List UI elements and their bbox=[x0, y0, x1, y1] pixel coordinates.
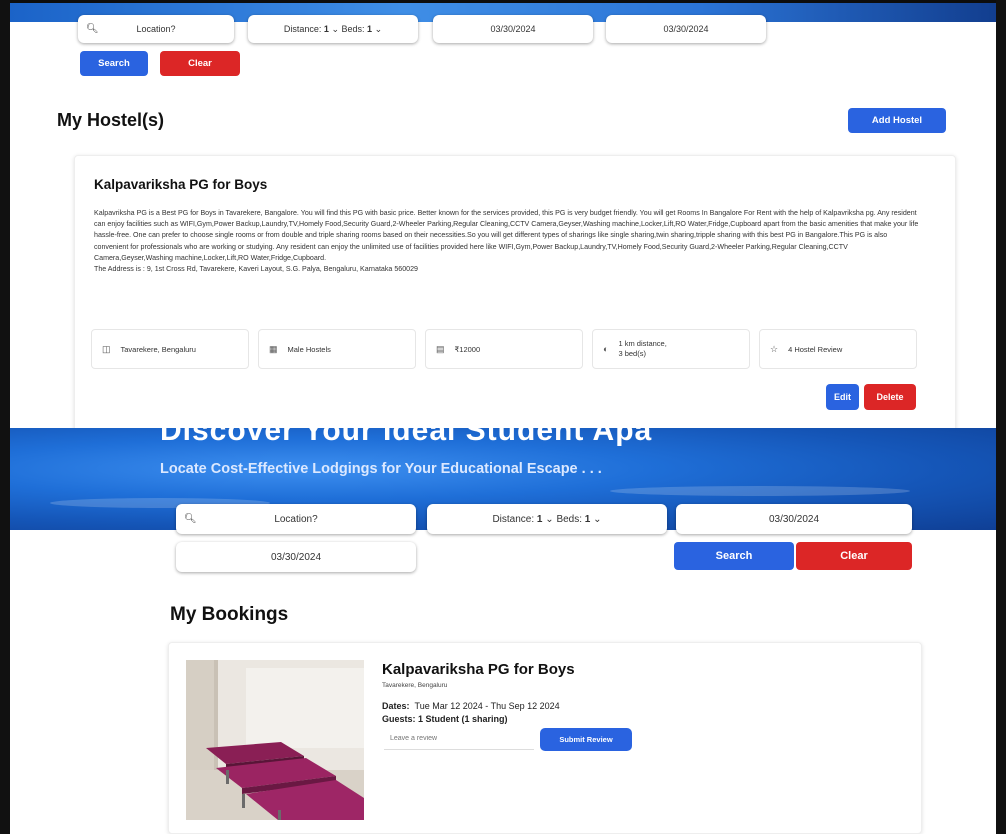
room-image bbox=[186, 660, 364, 820]
hostel-address: The Address is : 9, 1st Cross Rd, Tavare… bbox=[94, 265, 418, 274]
location-input[interactable]: 🔍︎ Location? bbox=[78, 15, 234, 43]
dates-value: Tue Mar 12 2024 - Thu Sep 12 2024 bbox=[414, 701, 560, 711]
page-title: My Bookings bbox=[170, 604, 289, 625]
checkin-date-input[interactable]: 03/30/2024 bbox=[433, 15, 593, 43]
hostel-description-text: Kalpavriksha PG is a Best PG for Boys in… bbox=[94, 209, 919, 262]
info-type-text: Male Hostels bbox=[287, 344, 331, 354]
location-placeholder: Location? bbox=[136, 24, 176, 34]
search-button[interactable]: Search bbox=[80, 51, 148, 76]
beds-value: 1 bbox=[367, 24, 373, 34]
checkout-date: 03/30/2024 bbox=[663, 24, 709, 34]
search-icon: 🔍︎ bbox=[86, 23, 99, 35]
checkout-date-input[interactable]: 03/30/2024 bbox=[606, 15, 766, 43]
hostel-card: Kalpavariksha PG for Boys Kalpavriksha P… bbox=[74, 155, 956, 428]
info-price: ▤ ₹12000 bbox=[425, 329, 583, 369]
hostel-description: Kalpavriksha PG is a Best PG for Boys in… bbox=[94, 208, 920, 275]
hostel-owner-screen: 🔍︎ Location? Distance: 1 ⌄ Beds: 1 ⌄ 03/… bbox=[0, 0, 1006, 428]
checkin-date: 03/30/2024 bbox=[490, 24, 536, 34]
hostel-name: Kalpavariksha PG for Boys bbox=[94, 177, 268, 192]
student-bookings-screen: Discover Your Ideal Student Apa Locate C… bbox=[0, 428, 1006, 834]
review-input[interactable] bbox=[384, 728, 534, 750]
checkout-date-input[interactable]: 03/30/2024 bbox=[176, 542, 416, 572]
info-location-text: Tavarekere, Bengaluru bbox=[120, 344, 196, 354]
building-icon: ▦ bbox=[269, 343, 278, 354]
beds-label: Beds: bbox=[341, 24, 365, 34]
info-distance: ◐ 1 km distance, 3 bed(s) bbox=[592, 329, 750, 369]
distance-value: 1 bbox=[323, 24, 329, 34]
distance-beds-select[interactable]: Distance: 1 ⌄ Beds: 1 ⌄ bbox=[427, 504, 667, 534]
distance-label: Distance: bbox=[492, 513, 535, 525]
chevron-down-icon: ⌄ bbox=[331, 23, 339, 34]
info-type: ▦ Male Hostels bbox=[258, 329, 416, 369]
add-hostel-button[interactable]: Add Hostel bbox=[848, 108, 946, 133]
chevron-down-icon: ⌄ bbox=[374, 23, 383, 34]
checkout-date: 03/30/2024 bbox=[270, 551, 322, 563]
clear-button[interactable]: Clear bbox=[160, 51, 240, 76]
submit-review-button[interactable]: Submit Review bbox=[540, 728, 632, 751]
info-location: ◫ Tavarekere, Bengaluru bbox=[91, 329, 249, 369]
dates-label: Dates: bbox=[382, 701, 410, 711]
checkin-date: 03/30/2024 bbox=[768, 513, 820, 525]
beds-label: Beds: bbox=[556, 513, 583, 525]
booking-hostel-name: Kalpavariksha PG for Boys bbox=[382, 661, 575, 678]
hero-streak bbox=[610, 486, 910, 496]
distance-value: 1 bbox=[536, 513, 543, 525]
distance-icon: ◐ bbox=[603, 344, 609, 354]
info-reviews: ☆ 4 Hostel Review bbox=[759, 329, 917, 369]
booking-dates: Dates: Tue Mar 12 2024 - Thu Sep 12 2024 bbox=[382, 701, 560, 711]
money-icon: ▤ bbox=[436, 343, 445, 354]
distance-text: 1 km distance, bbox=[618, 339, 667, 348]
delete-button[interactable]: Delete bbox=[864, 384, 916, 410]
beds-value: 1 bbox=[584, 513, 591, 525]
search-button[interactable]: Search bbox=[674, 542, 794, 570]
location-placeholder: Location? bbox=[274, 513, 318, 525]
distance-beds-select[interactable]: Distance: 1 ⌄ Beds: 1 ⌄ bbox=[248, 15, 418, 43]
info-reviews-text: 4 Hostel Review bbox=[788, 344, 843, 354]
booking-guests: Guests: 1 Student (1 sharing) bbox=[382, 714, 508, 724]
clear-button[interactable]: Clear bbox=[796, 542, 912, 570]
edit-button[interactable]: Edit bbox=[826, 384, 859, 410]
hero-subtitle: Locate Cost-Effective Lodgings for Your … bbox=[160, 461, 602, 477]
info-price-text: ₹12000 bbox=[454, 344, 481, 354]
page-title: My Hostel(s) bbox=[57, 110, 165, 130]
hero-title: Discover Your Ideal Student Apa bbox=[160, 428, 653, 447]
search-icon: 🔍︎ bbox=[184, 513, 197, 525]
window-edge bbox=[10, 0, 996, 3]
star-icon: ☆ bbox=[770, 343, 779, 354]
beds-text: 3 bed(s) bbox=[618, 349, 646, 358]
checkin-date-input[interactable]: 03/30/2024 bbox=[676, 504, 912, 534]
hostel-room-photo bbox=[186, 660, 364, 820]
booking-location: Tavarekere, Bengaluru bbox=[382, 682, 448, 689]
distance-label: Distance: bbox=[283, 24, 322, 34]
chevron-down-icon: ⌄ bbox=[593, 513, 602, 525]
info-distance-text: 1 km distance, 3 bed(s) bbox=[618, 339, 666, 359]
location-input[interactable]: 🔍︎ Location? bbox=[176, 504, 416, 534]
map-icon: ◫ bbox=[102, 343, 111, 354]
chevron-down-icon: ⌄ bbox=[545, 513, 554, 525]
